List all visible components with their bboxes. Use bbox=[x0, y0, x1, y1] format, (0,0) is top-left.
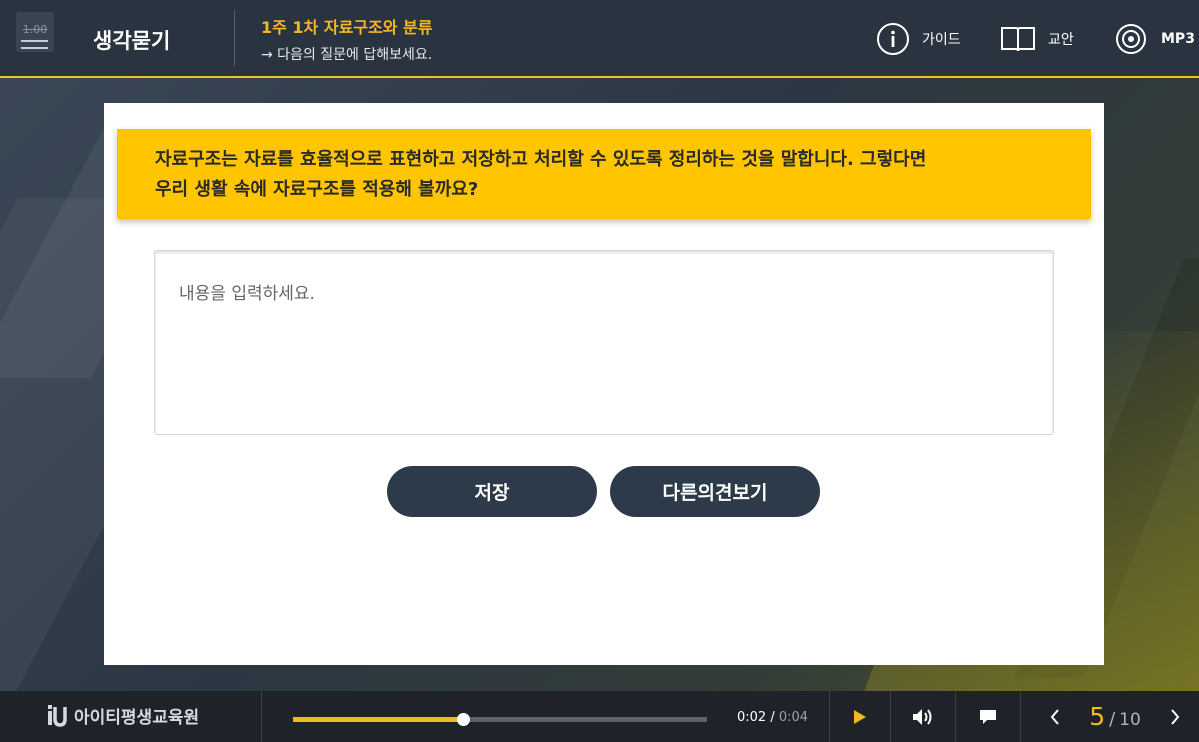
time-display: 0:02 / 0:04 bbox=[737, 710, 808, 725]
page-navigator: 5 / 10 bbox=[1040, 691, 1190, 742]
brand-logo: 아이티평생교육원 bbox=[46, 703, 199, 728]
open-book-icon bbox=[1001, 27, 1035, 52]
chevron-left-icon bbox=[1050, 708, 1059, 725]
footer-divider bbox=[1020, 691, 1021, 742]
volume-button[interactable] bbox=[891, 691, 955, 742]
menu-button[interactable]: 1.00 bbox=[16, 12, 54, 52]
next-page-button[interactable] bbox=[1160, 697, 1190, 737]
lesson-title: 1주 1차 자료구조와 분류 bbox=[261, 18, 433, 37]
hamburger-icon bbox=[21, 40, 48, 42]
view-other-opinions-button[interactable]: 다른의견보기 bbox=[610, 466, 820, 517]
caption-button[interactable] bbox=[956, 691, 1020, 742]
prev-page-button[interactable] bbox=[1040, 697, 1070, 737]
bottom-player-bar: 아이티평생교육원 0:02 / 0:04 5 / 10 bbox=[0, 691, 1199, 742]
play-icon bbox=[854, 709, 866, 724]
speech-bubble-icon bbox=[980, 709, 996, 724]
footer-divider bbox=[261, 691, 262, 742]
question-text-line: 자료구조는 자료를 효율적으로 표현하고 저장하고 처리할 수 있도록 정리하는… bbox=[155, 149, 927, 170]
hamburger-icon bbox=[21, 47, 48, 49]
speaker-icon bbox=[913, 708, 932, 725]
progress-fill bbox=[293, 717, 463, 722]
progress-handle[interactable] bbox=[456, 713, 470, 726]
guide-label: 가이드 bbox=[922, 32, 961, 48]
progress-track[interactable] bbox=[293, 713, 707, 726]
mp3-button[interactable]: MP3 bbox=[1115, 22, 1195, 56]
disc-icon bbox=[1116, 24, 1146, 54]
header-divider bbox=[234, 10, 235, 66]
lesson-plan-label: 교안 bbox=[1048, 32, 1074, 48]
info-circle-icon bbox=[877, 23, 909, 55]
brand-logo-text: 아이티평생교육원 bbox=[74, 708, 200, 728]
page-indicator: 5 / 10 bbox=[1089, 702, 1141, 731]
time-current: 0:02 bbox=[737, 710, 767, 725]
question-text-line: 우리 생활 속에 자료구조를 적용해 볼까요? bbox=[155, 179, 479, 200]
question-box: 자료구조는 자료를 효율적으로 표현하고 저장하고 처리할 수 있도록 정리하는… bbox=[117, 129, 1091, 219]
section-title: 생각묻기 bbox=[93, 29, 171, 53]
page-current: 5 bbox=[1089, 702, 1106, 731]
page-separator: / bbox=[1109, 709, 1116, 730]
mp3-label: MP3 bbox=[1161, 31, 1195, 47]
page-total: 10 bbox=[1119, 710, 1141, 730]
lesson-plan-button[interactable]: 교안 bbox=[1000, 22, 1074, 56]
guide-button[interactable]: 가이드 bbox=[876, 22, 961, 56]
time-total: 0:04 bbox=[778, 710, 809, 725]
answer-input[interactable] bbox=[154, 250, 1054, 435]
chevron-right-icon bbox=[1171, 708, 1180, 725]
play-button[interactable] bbox=[830, 691, 890, 742]
time-separator: / bbox=[766, 710, 779, 725]
top-header: 1.00 생각묻기 1주 1차 자료구조와 분류 → 다음의 질문에 답해보세요… bbox=[0, 0, 1199, 78]
playback-speed-label: 1.00 bbox=[22, 23, 48, 36]
lesson-instruction: → 다음의 질문에 답해보세요. bbox=[261, 47, 433, 63]
save-button[interactable]: 저장 bbox=[387, 466, 597, 517]
brand-logo-icon bbox=[48, 704, 67, 727]
